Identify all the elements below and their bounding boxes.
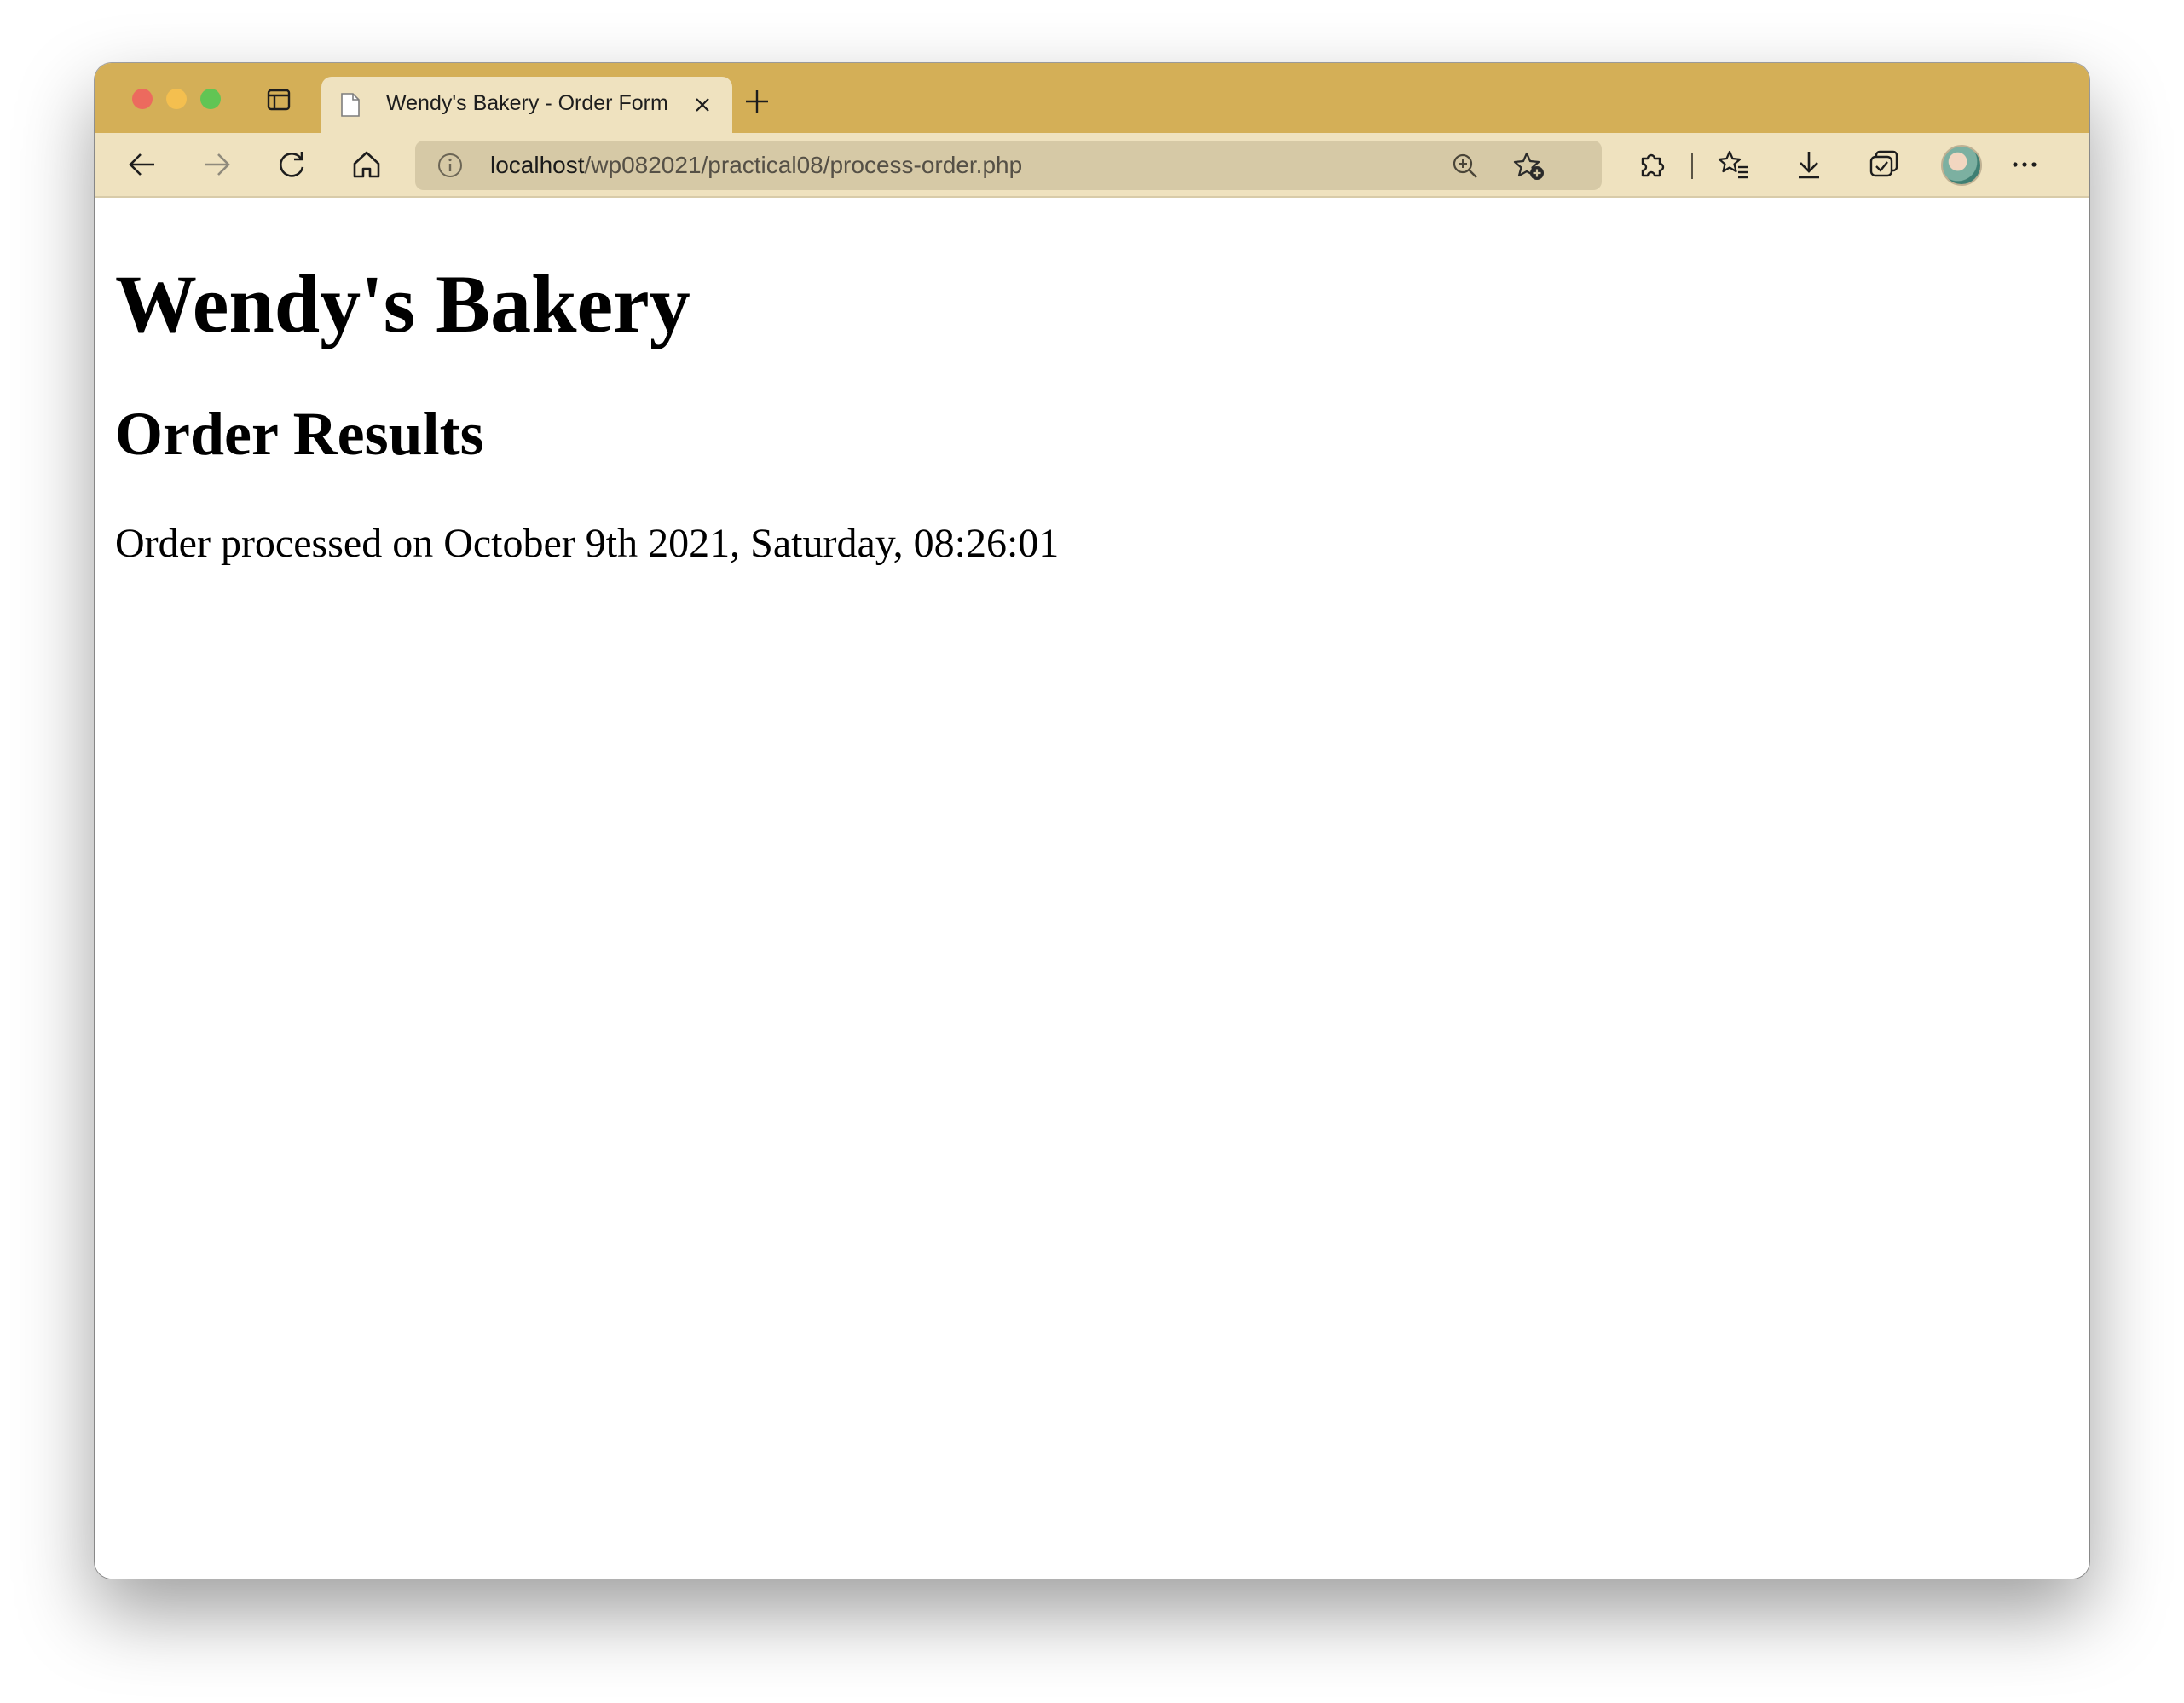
extensions-button[interactable] [1636,148,1668,181]
tab-title: Wendy's Bakery - Order Form [386,91,668,115]
address-bar[interactable]: localhost/wp082021/practical08/process-o… [415,141,1602,190]
more-button[interactable] [2008,148,2041,181]
window-maximize-button[interactable] [200,89,221,109]
info-icon[interactable] [437,153,463,178]
collections-icon [1869,150,1898,177]
url-text[interactable]: localhost/wp082021/practical08/process-o… [490,152,1022,179]
order-timestamp-message: Order processed on October 9th 2021, Sat… [115,521,1060,566]
more-icon [2013,162,2037,167]
puzzle-icon [1641,153,1665,177]
back-button[interactable] [126,148,159,181]
arrow-right-icon [205,153,230,176]
home-icon [353,151,380,178]
home-button[interactable] [350,148,383,181]
reload-icon [279,152,304,177]
window-close-button[interactable] [132,89,153,109]
arrow-left-icon [129,153,154,176]
section-heading: Order Results [115,400,484,468]
url-host: localhost [490,152,585,178]
favorites-button[interactable] [1718,148,1750,181]
zoom-in-icon[interactable] [1452,153,1479,180]
downloads-button[interactable] [1793,148,1825,181]
page-title: Wendy's Bakery [115,258,690,349]
browser-window: Wendy's Bakery - Order Form localhost/wp… [95,63,2089,1579]
page-content: Wendy's Bakery Order Results Order proce… [95,198,2089,1579]
tab-close-icon[interactable] [693,95,712,114]
collections-button[interactable] [1868,148,1900,181]
toolbar-divider [1691,153,1693,179]
favorites-list-icon [1718,150,1748,179]
url-path: /wp082021/practical08/process-order.php [584,152,1023,178]
tab-actions-icon[interactable] [267,89,291,111]
page-icon [340,92,361,118]
tab-strip: Wendy's Bakery - Order Form [95,63,2089,133]
window-minimize-button[interactable] [166,89,187,109]
reload-button[interactable] [275,148,308,181]
download-icon [1799,152,1819,179]
browser-toolbar: localhost/wp082021/practical08/process-o… [95,133,2089,198]
add-favorite-icon[interactable] [1513,151,1546,182]
forward-button[interactable] [200,148,233,181]
tab-active[interactable]: Wendy's Bakery - Order Form [321,77,732,133]
profile-avatar[interactable] [1941,145,1982,186]
new-tab-icon[interactable] [744,89,770,114]
